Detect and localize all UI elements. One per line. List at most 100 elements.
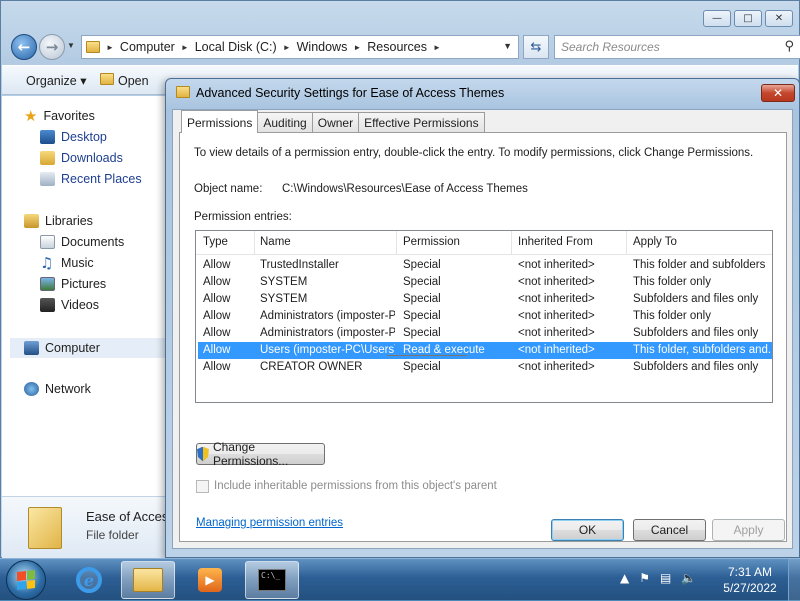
cell-inherited-from: <not inherited> [518,344,595,356]
cell-type: Allow [203,344,231,356]
sidebar-item-network[interactable]: Network [24,379,91,399]
apply-button[interactable]: Apply [712,519,785,541]
maximize-button[interactable]: □ [734,10,762,27]
sidebar-item-pictures[interactable]: Pictures [40,274,106,294]
star-icon: ★ [24,107,38,125]
column-divider[interactable] [396,231,397,255]
change-permissions-button[interactable]: Change Permissions... [196,440,325,468]
command-prompt-icon: C:\_ [258,569,286,591]
table-row[interactable]: Allow Administrators (imposter-P... Specia… [198,308,772,325]
column-divider[interactable] [511,231,512,255]
cell-name: CREATOR OWNER [260,361,363,373]
address-dropdown-icon[interactable]: ▼ [503,41,512,51]
breadcrumb-local-disk[interactable]: Local Disk (C:) [195,40,277,54]
action-center-flag-icon[interactable]: ⚑ [639,571,650,585]
volume-muted-icon[interactable]: 🔈 [681,571,696,585]
dialog-close-button[interactable]: ✕ [761,84,795,102]
system-clock[interactable]: 7:31 AM 5/27/2022 [718,564,782,596]
breadcrumb-windows[interactable]: Windows [297,40,348,54]
breadcrumb-resources[interactable]: Resources [367,40,427,54]
taskbar-command-prompt[interactable]: C:\_ [245,561,299,599]
cell-inherited-from: <not inherited> [518,259,595,271]
address-bar[interactable]: ► Computer ► Local Disk (C:) ► Windows ►… [81,35,519,59]
computer-icon [24,341,39,355]
column-header-inherited-from[interactable]: Inherited From [518,236,593,248]
forward-button[interactable]: → [39,34,65,60]
close-button[interactable]: ✕ [765,10,793,27]
cell-name: SYSTEM [260,293,308,305]
cell-name: Administrators (imposter-P... [260,310,395,322]
minimize-button[interactable]: — [703,10,731,27]
videos-icon [40,298,55,312]
breadcrumb-computer[interactable]: Computer [120,40,175,54]
table-row[interactable]: Allow SYSTEM Special <not inherited> This fo… [198,274,772,291]
cell-name: Users (imposter-PC\Users) [260,344,395,356]
column-header-permission[interactable]: Permission [403,236,460,248]
sidebar-item-music[interactable]: ♫ Music [40,253,94,273]
organize-menu[interactable]: Organize ▾ [26,73,86,88]
sidebar-item-favorites[interactable]: ★ Favorites [24,106,95,126]
pictures-icon [40,277,55,291]
inherit-permissions-checkbox[interactable] [196,480,209,493]
column-header-name[interactable]: Name [260,236,291,248]
chevron-right-icon[interactable]: ► [181,43,189,52]
sidebar-item-videos[interactable]: Videos [40,295,99,315]
downloads-icon [40,151,55,165]
refresh-button[interactable]: ⇆ [523,35,549,59]
search-input[interactable]: Search Resources ⚲ [554,35,800,59]
sidebar-label: Videos [61,298,99,312]
permission-entries-list[interactable]: Type Name Permission Inherited From Appl… [195,230,773,403]
windows-explorer-icon [133,568,163,592]
network-status-icon[interactable]: ▤ [660,571,671,585]
table-row[interactable]: Allow Administrators (imposter-P... Specia… [198,325,772,342]
show-desktop-button[interactable] [788,559,800,601]
recent-places-icon [40,172,55,186]
chevron-right-icon[interactable]: ► [106,43,114,52]
managing-permissions-link[interactable]: Managing permission entries [196,517,343,529]
back-button[interactable]: ← [11,34,37,60]
recent-pages-dropdown[interactable]: ▼ [67,41,75,50]
sidebar-item-computer[interactable]: Computer [24,338,100,358]
list-header: Type Name Permission Inherited From Appl… [196,231,772,255]
chevron-right-icon[interactable]: ► [353,43,361,52]
sidebar-item-recent-places[interactable]: Recent Places [40,169,142,189]
tab-owner[interactable]: Owner [311,112,360,132]
permissions-panel: To view details of a permission entry, d… [179,132,787,542]
taskbar-windows-explorer[interactable] [121,561,175,599]
column-header-apply-to[interactable]: Apply To [633,236,677,248]
column-divider[interactable] [626,231,627,255]
start-button[interactable] [6,560,46,600]
folder-icon [176,86,190,98]
sidebar-label: Network [45,382,91,396]
search-icon[interactable]: ⚲ [784,39,794,54]
sidebar-item-documents[interactable]: Documents [40,232,124,252]
inherit-permissions-label: Include inheritable permissions from thi… [214,480,497,492]
tab-permissions[interactable]: Permissions [181,110,259,133]
advanced-security-dialog: Advanced Security Settings for Ease of A… [165,78,800,558]
show-hidden-icons-icon[interactable]: ▲ [620,571,629,585]
table-row[interactable]: Allow SYSTEM Special <not inherited> Subfold… [198,291,772,308]
column-header-type[interactable]: Type [203,236,228,248]
windows-logo-icon [17,570,35,590]
table-row[interactable]: Allow CREATOR OWNER Special <not inherited>… [198,359,772,376]
table-row[interactable]: Allow TrustedInstaller Special <not inherit… [198,257,772,274]
cancel-button[interactable]: Cancel [633,519,706,541]
cell-type: Allow [203,293,231,305]
close-icon: ✕ [772,86,784,100]
sidebar-item-downloads[interactable]: Downloads [40,148,123,168]
cell-type: Allow [203,310,231,322]
cell-inherited-from: <not inherited> [518,361,595,373]
taskbar-media-player[interactable]: ▶ [183,561,237,599]
chevron-right-icon[interactable]: ► [433,43,441,52]
ok-button[interactable]: OK [551,519,624,541]
tab-effective-permissions[interactable]: Effective Permissions [358,112,485,132]
sidebar-item-desktop[interactable]: Desktop [40,127,107,147]
column-divider[interactable] [254,231,255,255]
table-row[interactable]: Allow Users (imposter-PC\Users) Read & exe… [198,342,772,359]
sidebar-item-libraries[interactable]: Libraries [24,211,93,231]
taskbar-internet-explorer[interactable]: e [62,561,116,599]
tab-auditing[interactable]: Auditing [257,112,313,132]
folder-icon [100,72,115,85]
chevron-right-icon[interactable]: ► [283,43,291,52]
open-button[interactable]: Open [100,72,149,88]
